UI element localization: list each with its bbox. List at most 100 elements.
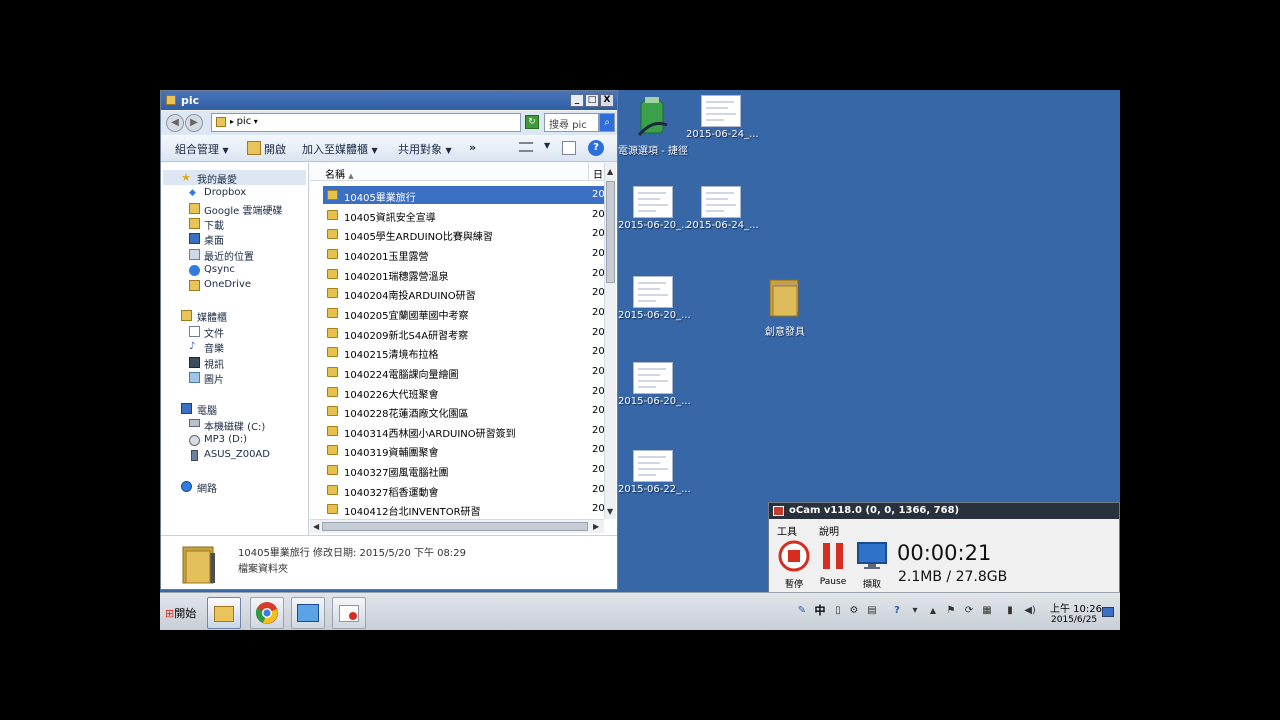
nav-item-dropbox[interactable]: Dropbox: [204, 187, 246, 198]
file-row[interactable]: 1040228花蓮酒廠文化園區 20: [323, 402, 605, 420]
share-menu[interactable]: 共用對象 ▼: [398, 141, 452, 157]
volume-icon[interactable]: ◀): [1024, 605, 1036, 617]
add-to-library-menu[interactable]: 加入至媒體櫃 ▼: [302, 141, 378, 157]
signal-icon[interactable]: ▮: [1004, 605, 1016, 617]
nav-item-desktop[interactable]: 桌面: [204, 232, 224, 247]
chevron-down-icon[interactable]: ▾: [251, 117, 258, 126]
file-row[interactable]: 1040201瑞穗露營溫泉 20: [323, 265, 605, 283]
taskbar-chrome[interactable]: [250, 597, 284, 629]
ime-indicator[interactable]: 中: [814, 605, 826, 617]
column-divider[interactable]: [588, 163, 589, 181]
ime-mode-icon[interactable]: ▯: [832, 605, 844, 617]
address-bar[interactable]: ▸ pic ▾: [211, 113, 521, 132]
scroll-right-icon[interactable]: ▶: [593, 522, 599, 531]
capture-button[interactable]: 擷取: [854, 540, 890, 590]
file-row[interactable]: 1040224電腦課向量繪圖 20: [323, 363, 605, 381]
nav-item-phone[interactable]: ASUS_Z00AD: [204, 449, 270, 460]
file-row[interactable]: 1040215清境布拉格 20: [323, 343, 605, 361]
file-row[interactable]: 10405資訊安全宣導 20: [323, 206, 605, 224]
nav-item-videos[interactable]: 視訊: [204, 356, 224, 371]
column-name-header[interactable]: 名稱 ▲: [325, 166, 354, 181]
scroll-thumb[interactable]: [322, 522, 588, 531]
maximize-button[interactable]: □: [585, 94, 599, 107]
language-bar-icon[interactable]: ✎: [796, 605, 808, 617]
nav-computer[interactable]: 電腦: [197, 402, 217, 417]
desktop-icon[interactable]: 2015-06-20_...: [618, 276, 691, 321]
nav-item-music[interactable]: 音樂: [204, 340, 224, 355]
view-options-icon[interactable]: [519, 142, 533, 152]
desktop-icon[interactable]: 電源選項 - 捷徑: [618, 95, 688, 157]
scroll-left-icon[interactable]: ◀: [313, 522, 319, 531]
organize-menu[interactable]: 組合管理 ▼: [175, 141, 229, 157]
file-row[interactable]: 10405學生ARDUINO比賽與練習 20: [323, 225, 605, 243]
back-arrow-icon[interactable]: ◀: [166, 114, 184, 132]
clock-time[interactable]: 上午 10:26: [1050, 600, 1102, 615]
nav-item-documents[interactable]: 文件: [204, 325, 224, 340]
nav-item-recent[interactable]: 最近的位置: [204, 248, 254, 263]
pause-button[interactable]: Pause: [815, 540, 851, 587]
search-icon[interactable]: ⌕: [599, 113, 615, 132]
file-row[interactable]: 1040201玉里露營 20: [323, 245, 605, 263]
nav-item-pictures[interactable]: 圖片: [204, 371, 224, 386]
scroll-thumb[interactable]: [606, 181, 615, 283]
help-icon[interactable]: ?: [588, 140, 604, 156]
nav-item-drive-c[interactable]: 本機磁碟 (C:): [204, 418, 265, 433]
desktop-icon[interactable]: 創意發具: [750, 276, 820, 338]
desktop-icon[interactable]: 2015-06-22_...: [618, 450, 691, 495]
file-row[interactable]: 1040412台北INVENTOR研習 20: [323, 500, 605, 518]
chevron-down-icon[interactable]: ▼: [544, 141, 550, 150]
open-button[interactable]: 開啟: [264, 141, 286, 157]
stop-button[interactable]: 暫停: [776, 540, 812, 590]
file-row[interactable]: 1040327國風電腦社團 20: [323, 461, 605, 479]
sync-icon[interactable]: ⟳: [963, 605, 975, 617]
file-row[interactable]: 1040319資輔團聚會 20: [323, 441, 605, 459]
minimize-button[interactable]: _: [570, 94, 584, 107]
column-date-header[interactable]: 日: [593, 166, 603, 181]
file-row[interactable]: 1040209新北S4A研習考察 20: [323, 324, 605, 342]
nav-item-drive-d[interactable]: MP3 (D:): [204, 434, 247, 445]
taskbar-remote-desktop[interactable]: [291, 597, 325, 629]
file-row[interactable]: 1040204南投ARDUINO研習 20: [323, 284, 605, 302]
preview-pane-icon[interactable]: [562, 141, 576, 155]
scroll-down-icon[interactable]: ▼: [607, 507, 613, 516]
nav-item-google-drive[interactable]: Google 雲端硬碟: [204, 202, 282, 217]
clock-date[interactable]: 2015/6/25: [1051, 615, 1097, 625]
nav-network[interactable]: 網路: [197, 480, 217, 495]
tray-menu-icon[interactable]: ▾: [909, 605, 921, 617]
ocam-menu-tools[interactable]: 工具: [777, 523, 797, 538]
keyboard-icon[interactable]: ▤: [866, 605, 878, 617]
nav-favorites[interactable]: 我的最愛: [197, 171, 237, 186]
file-row[interactable]: 1040314西林國小ARDUINO研習簽到 20: [323, 422, 605, 440]
file-row[interactable]: 1040226大代班聚會 20: [323, 383, 605, 401]
file-row[interactable]: 10405畢業旅行 20: [323, 186, 605, 204]
horizontal-scrollbar[interactable]: ◀ ▶: [310, 519, 604, 533]
ime-settings-icon[interactable]: ⚙: [848, 605, 860, 617]
search-input[interactable]: 搜尋 pic: [544, 113, 599, 132]
help-icon[interactable]: ?: [891, 605, 903, 617]
refresh-icon[interactable]: ↻: [525, 115, 539, 129]
more-commands-button[interactable]: »: [469, 141, 476, 154]
desktop-icon[interactable]: 2015-06-20_...: [618, 362, 691, 407]
window-titlebar[interactable]: pic _ □ X: [161, 91, 617, 110]
nav-item-onedrive[interactable]: OneDrive: [204, 279, 251, 290]
show-desktop-button[interactable]: [1102, 607, 1114, 617]
ocam-titlebar[interactable]: oCam v118.0 (0, 0, 1366, 768): [769, 503, 1119, 519]
scroll-up-icon[interactable]: ▲: [607, 167, 613, 176]
forward-arrow-icon[interactable]: ▶: [185, 114, 203, 132]
close-button[interactable]: X: [600, 94, 614, 107]
nav-libraries[interactable]: 媒體櫃: [197, 309, 227, 324]
taskbar-explorer[interactable]: [207, 597, 241, 629]
file-row[interactable]: 1040205宜蘭國華國中考察 20: [323, 304, 605, 322]
vertical-scrollbar[interactable]: ▲ ▼: [604, 163, 616, 519]
network-icon[interactable]: ▦: [981, 605, 993, 617]
desktop-icon[interactable]: 2015-06-20_...: [618, 186, 691, 231]
desktop-icon[interactable]: 2015-06-24_...: [686, 186, 759, 231]
desktop-icon[interactable]: 2015-06-24_...: [686, 95, 759, 140]
taskbar-ocam[interactable]: [332, 597, 366, 629]
start-button[interactable]: ⊞開始: [163, 599, 201, 625]
show-hidden-icons[interactable]: ▲: [927, 605, 939, 617]
ocam-menu-help[interactable]: 說明: [819, 523, 839, 538]
flag-icon[interactable]: ⚑: [945, 605, 957, 617]
nav-item-qsync[interactable]: Qsync: [204, 264, 235, 275]
nav-item-downloads[interactable]: 下載: [204, 217, 224, 232]
